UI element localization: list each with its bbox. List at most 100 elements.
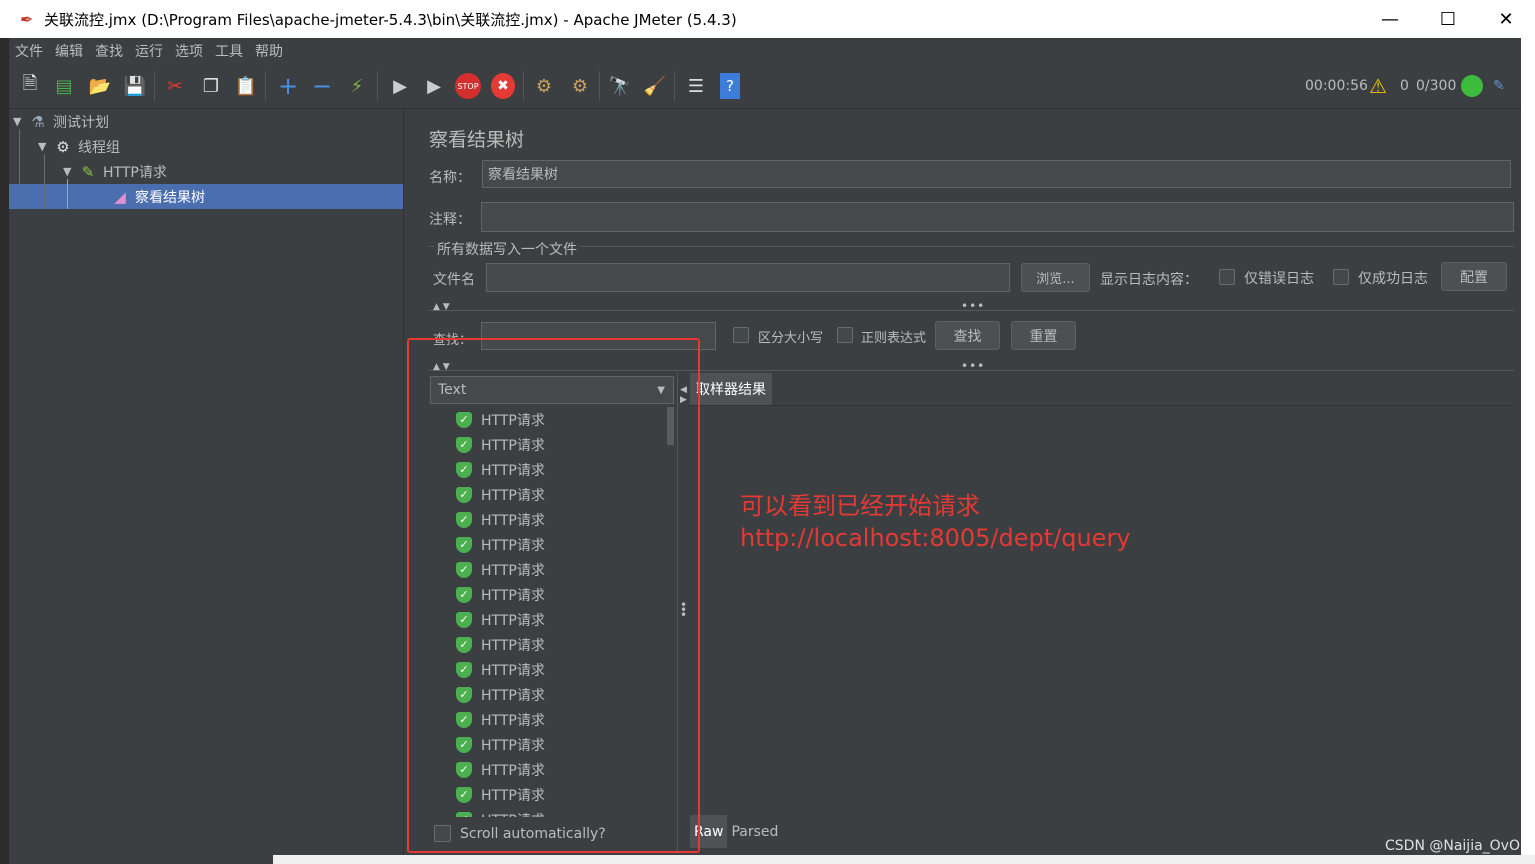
regex-label: 正则表达式 <box>861 331 927 346</box>
gear-icon: ⚙ <box>56 137 70 156</box>
window-controls: — ☐ ✕ <box>1361 0 1535 38</box>
menu-tools[interactable]: 工具 <box>215 41 243 61</box>
save-icon[interactable]: 💾 <box>122 73 148 99</box>
tree-item-label: 察看结果树 <box>135 189 205 206</box>
clear-icon[interactable]: ⚙ <box>531 73 557 99</box>
name-label: 名称： <box>429 170 471 186</box>
success-only-checkbox[interactable] <box>1333 269 1349 285</box>
log-viewer-icon[interactable]: ✎ <box>1493 63 1505 109</box>
copy-icon[interactable]: ❐ <box>198 73 224 99</box>
splitter-grip-icon[interactable]: ••• <box>961 359 985 373</box>
comment-field[interactable] <box>481 202 1514 232</box>
tree-connector <box>44 154 45 209</box>
tree-connector <box>67 179 68 209</box>
tree-item-http-request[interactable]: ▼ ✎ HTTP请求 <box>9 159 403 184</box>
templates-icon[interactable]: ▤ <box>51 73 77 99</box>
panel-title: 察看结果树 <box>429 129 525 151</box>
pipette-icon: ✎ <box>81 162 95 181</box>
filename-label: 文件名 <box>433 272 475 288</box>
tree-connector <box>19 129 20 209</box>
toolbar-separator <box>674 71 675 101</box>
flask-icon: ⚗ <box>31 112 45 131</box>
splitter-arrows-icon[interactable]: ▲ ▼ <box>433 302 450 312</box>
toolbar-separator <box>599 71 600 101</box>
running-indicator-icon <box>1461 63 1483 109</box>
warning-icon[interactable]: ⚠ <box>1369 63 1387 109</box>
chevron-down-icon[interactable]: ▼ <box>63 165 77 178</box>
tree-item-view-results-tree[interactable]: ◢ 察看结果树 <box>9 184 403 209</box>
menu-file[interactable]: 文件 <box>15 41 43 61</box>
splitter-grip-icon[interactable]: ••• <box>961 299 985 313</box>
chevron-down-icon[interactable]: ▼ <box>13 115 27 128</box>
annotation-line-2: http://localhost:8005/dept/query <box>740 524 1131 552</box>
thread-count: 0/300 <box>1416 78 1457 94</box>
find-button[interactable]: 查找 <box>935 321 1000 350</box>
errors-only-checkbox[interactable] <box>1219 269 1235 285</box>
maximize-button[interactable]: ☐ <box>1419 0 1477 38</box>
open-icon[interactable]: 📂 <box>87 73 113 99</box>
jmeter-feather-icon: ✒ <box>20 9 34 29</box>
section-border <box>429 246 1514 247</box>
expand-icon[interactable]: + <box>275 72 301 100</box>
browse-button[interactable]: 浏览... <box>1021 263 1090 292</box>
toolbar-separator <box>154 71 155 101</box>
menu-help[interactable]: 帮助 <box>255 41 283 61</box>
tree-item-label: HTTP请求 <box>103 164 167 181</box>
search-icon[interactable]: 🔭 <box>607 73 633 99</box>
menu-run[interactable]: 运行 <box>135 41 163 61</box>
toolbar: 🗎 ▤ 📂 💾 ✂ ❐ 📋 + − ⚡ ▶ ▶ STOP ✖ ⚙ ⚙ 🔭 🧹 ☰… <box>9 63 1521 109</box>
reset-button[interactable]: 重置 <box>1011 321 1076 350</box>
toggle-icon[interactable]: ⚡ <box>344 73 370 99</box>
regex-checkbox[interactable] <box>837 327 853 343</box>
function-helper-icon[interactable]: ☰ <box>683 73 709 99</box>
close-button[interactable]: ✕ <box>1477 0 1535 38</box>
highlight-box <box>407 338 700 853</box>
chart-icon: ◢ <box>114 187 126 206</box>
tree-item-label: 线程组 <box>78 139 120 156</box>
help-icon[interactable]: ? <box>720 73 740 99</box>
start-no-pause-icon[interactable]: ▶ <box>421 73 447 99</box>
tree-item-thread-group[interactable]: ▼ ⚙ 线程组 <box>9 134 403 159</box>
menu-search[interactable]: 查找 <box>95 41 123 61</box>
configure-button[interactable]: 配置 <box>1441 262 1507 291</box>
minimize-button[interactable]: — <box>1361 0 1419 38</box>
chevron-down-icon[interactable]: ▼ <box>38 140 52 153</box>
toolbar-separator <box>265 71 266 101</box>
reset-search-icon[interactable]: 🧹 <box>642 73 668 99</box>
warning-count: 0 <box>1400 78 1409 94</box>
right-window-edge <box>1521 38 1535 864</box>
comment-label: 注释： <box>429 212 471 228</box>
toolbar-separator <box>377 71 378 101</box>
result-tabs: 取样器结果 <box>690 373 772 405</box>
cut-icon[interactable]: ✂ <box>162 73 188 99</box>
case-sensitive-label: 区分大小写 <box>758 331 824 346</box>
new-icon[interactable]: 🗎 <box>17 73 43 99</box>
annotation-text: 可以看到已经开始请求 http://localhost:8005/dept/qu… <box>740 490 1131 554</box>
collapse-icon[interactable]: − <box>309 72 335 100</box>
shutdown-icon[interactable]: ✖ <box>491 73 515 99</box>
elapsed-time: 00:00:56 <box>1305 78 1368 94</box>
stop-icon[interactable]: STOP <box>455 73 481 99</box>
paste-icon[interactable]: 📋 <box>233 73 259 99</box>
log-content-label: 显示日志内容： <box>1100 272 1198 288</box>
tree-item-label: 测试计划 <box>53 114 109 131</box>
left-window-edge <box>0 38 9 864</box>
clear-all-icon[interactable]: ⚙ <box>567 73 593 99</box>
menu-edit[interactable]: 编辑 <box>55 41 83 61</box>
test-plan-tree: ▼ ⚗ 测试计划 ▼ ⚙ 线程组 ▼ ✎ HTTP请求 ◢ 察看结果树 <box>9 109 403 864</box>
start-icon[interactable]: ▶ <box>387 73 413 99</box>
menu-options[interactable]: 选项 <box>175 41 203 61</box>
filename-field[interactable] <box>486 263 1010 292</box>
tree-item-test-plan[interactable]: ▼ ⚗ 测试计划 <box>9 109 403 134</box>
errors-only-label: 仅错误日志 <box>1244 271 1314 287</box>
case-sensitive-checkbox[interactable] <box>733 327 749 343</box>
tab-sampler-result[interactable]: 取样器结果 <box>690 373 772 405</box>
tab-parsed[interactable]: Parsed <box>727 815 782 848</box>
file-section-title: 所有数据写入一个文件 <box>434 239 580 259</box>
annotation-line-1: 可以看到已经开始请求 <box>740 492 980 520</box>
name-field[interactable]: 察看结果树 <box>482 160 1511 188</box>
success-only-label: 仅成功日志 <box>1358 271 1428 287</box>
menu-bar: 文件 编辑 查找 运行 选项 工具 帮助 <box>9 38 1521 63</box>
view-mode-tabs: Raw Parsed <box>690 815 782 848</box>
watermark: CSDN @Naijia_OvO <box>1385 838 1520 854</box>
